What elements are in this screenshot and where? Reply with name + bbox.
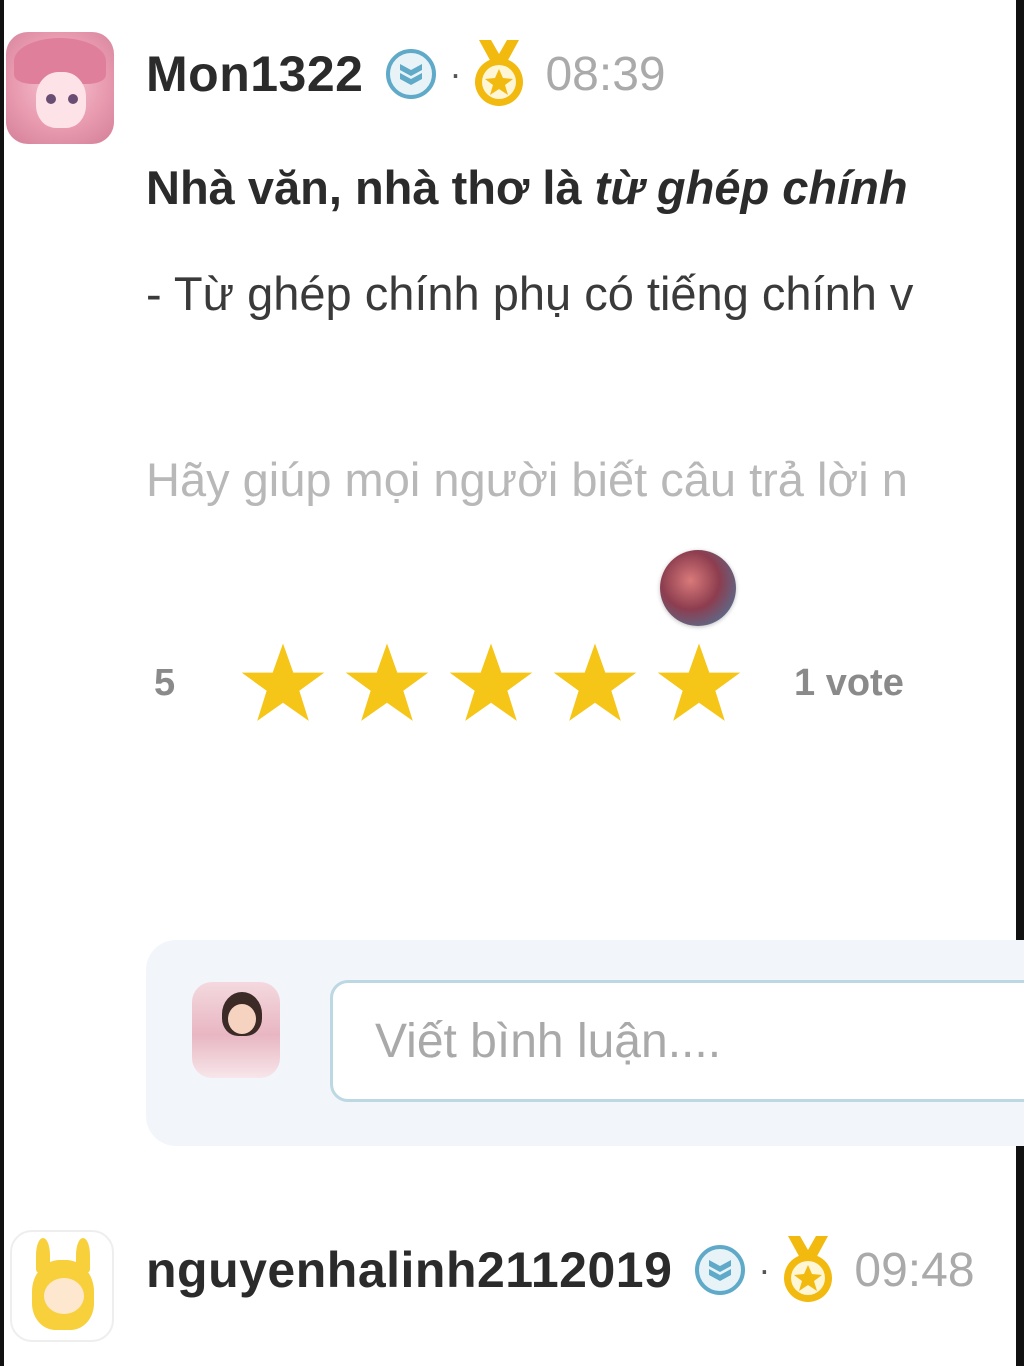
- post-time: 08:39: [545, 47, 666, 101]
- rating-value: 5: [154, 661, 176, 704]
- answer-italic-text: từ ghép chính: [594, 161, 908, 214]
- user-avatar[interactable]: [6, 32, 114, 144]
- post-header: nguyenhalinh2112019 · 09:48: [146, 1234, 975, 1306]
- shield-rank-icon: [695, 1245, 746, 1295]
- post-header: Mon1322 · 08:39: [146, 38, 666, 110]
- gold-medal-icon: [784, 1236, 833, 1302]
- rating-row: 5 1 vote: [154, 640, 904, 726]
- gold-medal-icon: [475, 40, 524, 106]
- answer-bold-text: Nhà văn, nhà thơ là: [146, 161, 595, 214]
- star-icon[interactable]: [240, 640, 326, 726]
- qa-answer-page: Mon1322 · 08:39 Nhà văn, nhà thơ là từ g…: [0, 0, 1024, 1366]
- username[interactable]: nguyenhalinh2112019: [146, 1241, 672, 1299]
- user-avatar[interactable]: [10, 1230, 114, 1342]
- shield-rank-icon: [386, 49, 437, 99]
- separator-dot: ·: [449, 53, 462, 94]
- voter-avatar[interactable]: [660, 550, 736, 626]
- help-prompt: Hãy giúp mọi người biết câu trả lời n: [146, 453, 908, 506]
- star-rating[interactable]: [240, 640, 742, 726]
- star-icon[interactable]: [448, 640, 534, 726]
- right-border: [1016, 0, 1024, 1366]
- star-icon[interactable]: [656, 640, 742, 726]
- star-icon[interactable]: [552, 640, 638, 726]
- star-icon[interactable]: [344, 640, 430, 726]
- current-user-avatar: [192, 982, 280, 1078]
- post-time: 09:48: [854, 1243, 975, 1297]
- left-border: [0, 0, 4, 1366]
- separator-dot: ·: [758, 1249, 771, 1290]
- answer-second-line: - Từ ghép chính phụ có tiếng chính v: [146, 267, 914, 320]
- answer-first-line: Nhà văn, nhà thơ là từ ghép chính: [146, 160, 908, 215]
- username[interactable]: Mon1322: [146, 45, 363, 103]
- comment-input[interactable]: [330, 980, 1024, 1102]
- vote-count: 1 vote: [794, 661, 904, 704]
